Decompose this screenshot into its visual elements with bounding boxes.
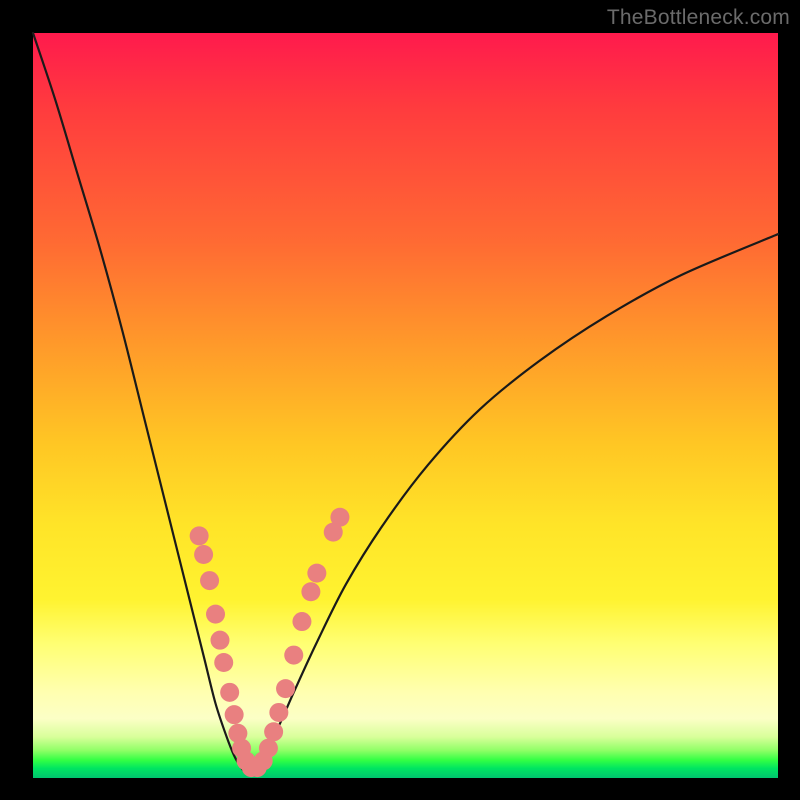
- watermark-text: TheBottleneck.com: [607, 6, 790, 30]
- chart-overlay-svg: [33, 33, 778, 778]
- highlight-marker: [301, 582, 320, 601]
- highlight-marker: [269, 703, 288, 722]
- highlight-markers: [190, 508, 350, 777]
- highlight-marker: [292, 612, 311, 631]
- highlight-marker: [225, 705, 244, 724]
- highlight-marker: [214, 653, 233, 672]
- bottleneck-curve: [33, 33, 778, 772]
- highlight-marker: [264, 722, 283, 741]
- highlight-marker: [307, 564, 326, 583]
- highlight-marker: [259, 739, 278, 758]
- highlight-marker: [284, 646, 303, 665]
- highlight-marker: [190, 526, 209, 545]
- highlight-marker: [220, 683, 239, 702]
- chart-stage: TheBottleneck.com: [0, 0, 800, 800]
- highlight-marker: [194, 545, 213, 564]
- highlight-marker: [210, 631, 229, 650]
- highlight-marker: [206, 605, 225, 624]
- highlight-marker: [276, 679, 295, 698]
- highlight-marker: [330, 508, 349, 527]
- highlight-marker: [200, 571, 219, 590]
